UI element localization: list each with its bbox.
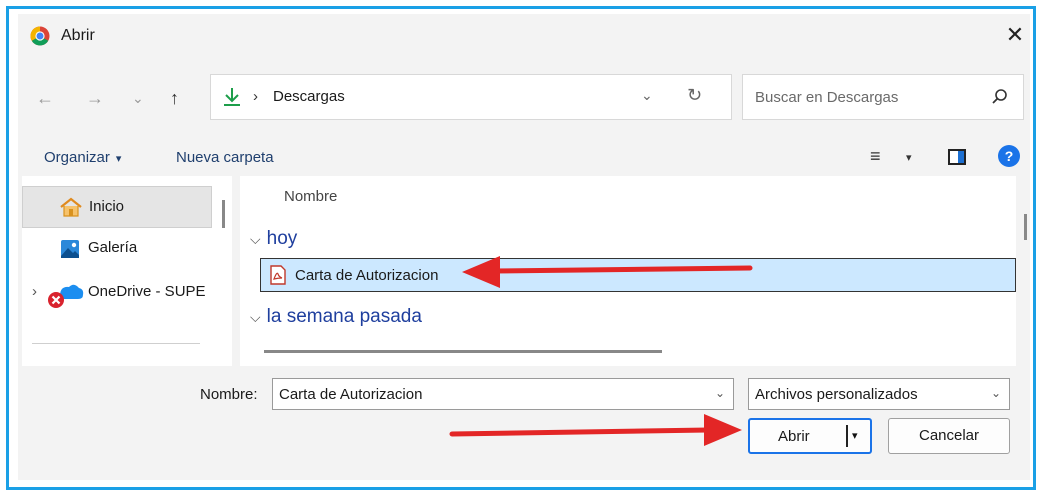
- annotation-arrow-file: [462, 256, 753, 288]
- annotation-arrow-open: [449, 414, 742, 446]
- annotation-overlay: [449, 256, 753, 446]
